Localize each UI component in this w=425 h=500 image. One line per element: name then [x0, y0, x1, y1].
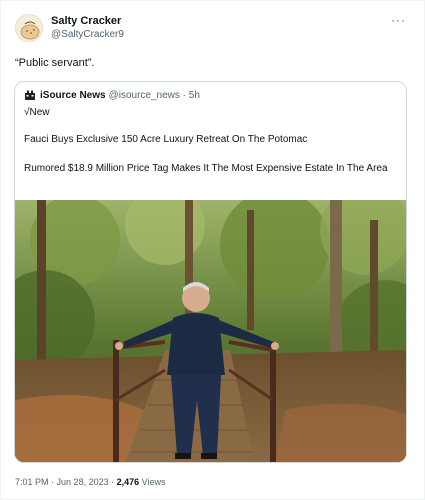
tweet-date[interactable]: Jun 28, 2023 — [57, 477, 109, 487]
views-count: 2,476 — [116, 477, 140, 487]
quoted-subheadline: Rumored $18.9 Million Price Tag Makes It… — [24, 163, 388, 174]
more-options-icon[interactable]: ··· — [391, 13, 406, 27]
forest-bridge-photo — [15, 200, 406, 462]
tweet-time[interactable]: 7:01 PM — [15, 477, 49, 487]
quoted-separator: · — [179, 90, 189, 101]
views-label: Views — [141, 477, 166, 487]
tweet-meta: 7:01 PM · Jun 28, 2023 · 2,476 Views — [15, 477, 166, 487]
tweet-text: “Public servant”. — [15, 57, 95, 69]
quoted-headline: Fauci Buys Exclusive 150 Acre Luxury Ret… — [24, 134, 308, 145]
quoted-tweet[interactable]: iSource News @isource_news · 5h √New Fau… — [14, 81, 407, 463]
isource-logo-icon — [25, 90, 35, 100]
author-block: Salty Cracker @SaltyCracker9 — [51, 14, 124, 41]
quoted-source-handle[interactable]: @isource_news — [109, 90, 180, 101]
tweet: Salty Cracker @SaltyCracker9 ··· “Public… — [0, 0, 425, 500]
quoted-photo[interactable] — [15, 200, 406, 462]
salty-cracker-avatar-icon — [16, 15, 42, 41]
quoted-tweet-header: iSource News @isource_news · 5h — [24, 90, 200, 101]
author-name[interactable]: Salty Cracker — [51, 14, 124, 28]
quoted-source-name[interactable]: iSource News — [40, 90, 106, 101]
avatar[interactable] — [15, 14, 43, 42]
author-handle[interactable]: @SaltyCracker9 — [51, 28, 124, 41]
quoted-age[interactable]: 5h — [189, 90, 200, 101]
quoted-new-label: √New — [24, 107, 50, 118]
